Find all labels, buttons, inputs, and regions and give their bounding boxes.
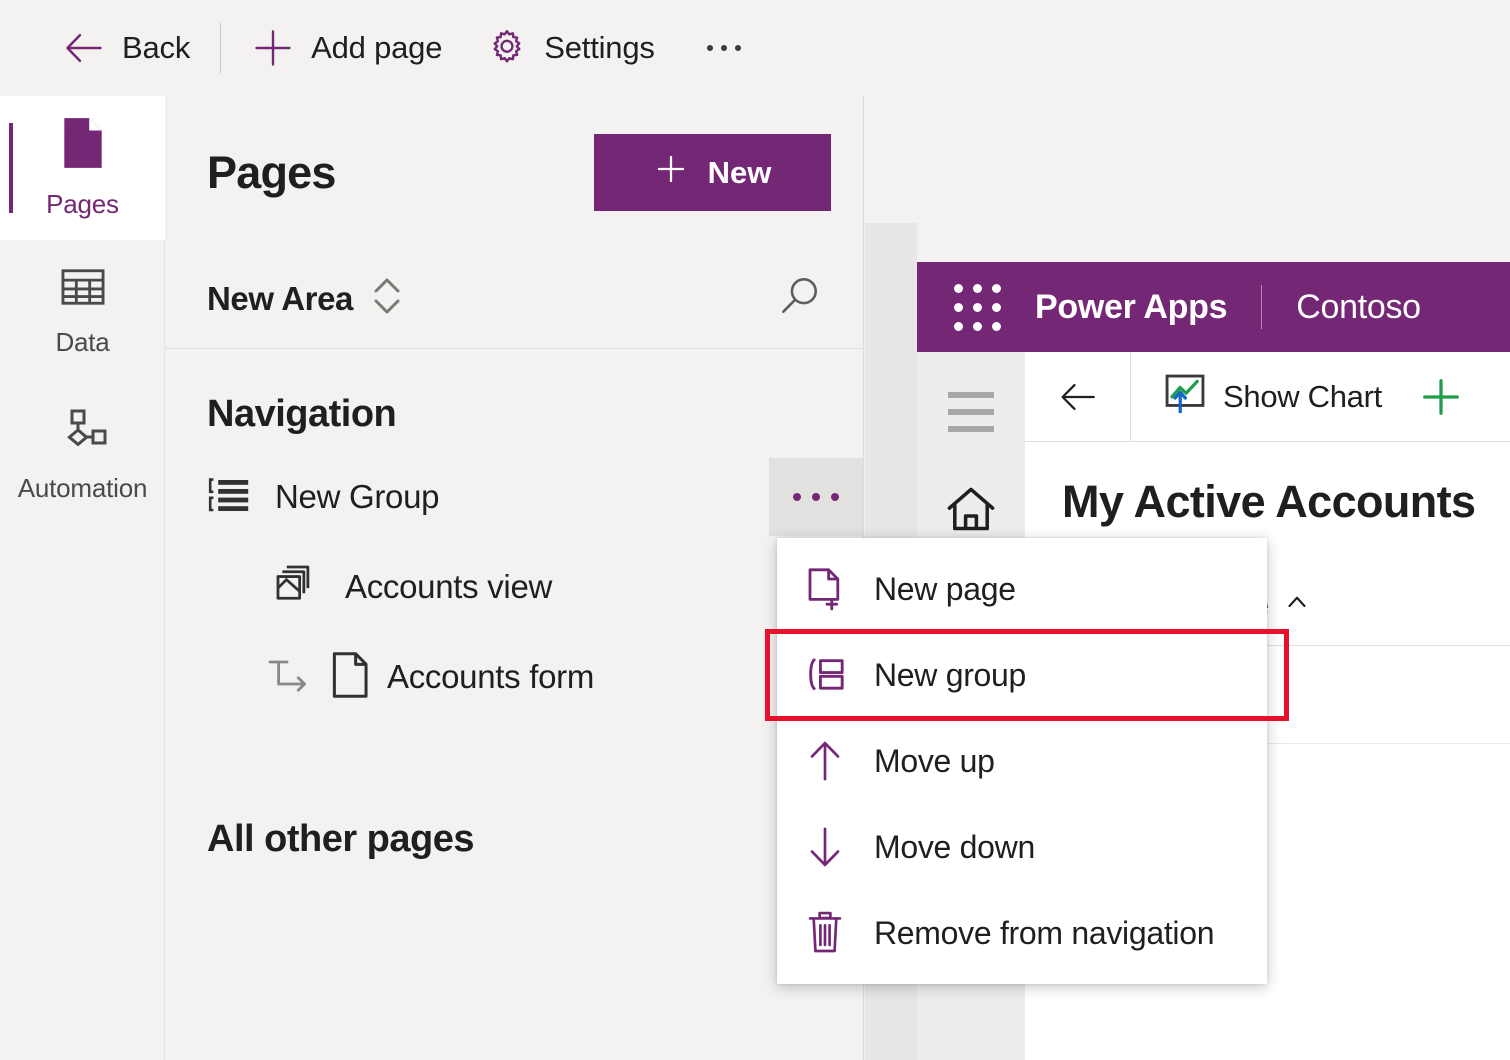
menu-label-new-group: New group [874,656,1027,693]
menu-item-move-up[interactable]: Move up [777,718,1267,804]
context-menu: New page New group Move up Move down Rem… [765,538,1289,984]
hamburger-line [948,426,994,432]
chevron-up-down-icon [371,274,403,323]
arrow-down-icon [804,824,846,870]
ellipsis-dot-2 [720,45,727,51]
sidebar-item-automation[interactable]: Automation [0,384,165,528]
show-chart-button[interactable]: Show Chart [1131,373,1382,420]
waffle-dot [992,283,1001,293]
left-nav-rail: Pages Data Automation [0,96,165,1060]
tree-item-new-group[interactable]: New Group [165,458,863,536]
waffle-dot [973,283,982,293]
pages-panel-header: Pages New [165,96,863,249]
menu-item-move-down[interactable]: Move down [777,804,1267,890]
chart-icon [1164,373,1206,420]
power-apps-header: Power Apps Contoso [917,262,1510,352]
sidebar-label-automation: Automation [17,473,148,503]
menu-item-new-page[interactable]: New page [777,546,1267,632]
new-button[interactable]: New [594,134,831,211]
sidebar-label-pages: Pages [46,189,119,219]
page-icon [60,116,106,175]
hamburger-line [948,392,994,398]
menu-item-remove-from-navigation[interactable]: Remove from navigation [777,890,1267,976]
area-name-label: New Area [207,279,353,317]
trash-icon [804,910,846,956]
group-list-icon [207,475,251,520]
all-other-pages-heading: All other pages [207,818,475,860]
app-root: Back Add page Settings Pages Data Automa… [0,0,1510,1060]
waffle-dot [992,321,1001,331]
tree-label-new-group: New Group [275,478,440,515]
hamburger-line [948,409,994,415]
sidebar-item-pages[interactable]: Pages [0,96,165,240]
new-button-label: New [707,154,772,190]
waffle-dot [954,283,963,293]
ellipsis-dot-1 [706,45,713,51]
menu-label-move-down: Move down [874,828,1035,865]
tree-item-more-button[interactable] [769,458,863,536]
more-commands-button[interactable] [697,35,751,61]
tree-item-accounts-form[interactable]: Accounts form [165,646,863,708]
pages-panel: Pages New New Area Navigation New Group … [165,96,864,1060]
menu-label-move-up: Move up [874,742,995,779]
ellipsis-dot-3 [734,45,741,51]
new-page-icon [804,567,846,611]
tree-item-accounts-view[interactable]: Accounts view [165,556,863,618]
power-apps-command-bar: Show Chart [1025,351,1510,442]
menu-item-new-group[interactable]: New group [765,629,1289,721]
new-record-plus-icon[interactable] [1418,374,1464,420]
waffle-icon[interactable] [954,283,1001,331]
view-pages-icon [273,562,319,613]
home-icon[interactable] [944,484,998,541]
arrow-up-icon [804,738,846,784]
back-button[interactable]: Back [62,20,190,76]
waffle-dot [992,302,1001,312]
hamburger-icon[interactable] [948,392,994,432]
waffle-dot [954,321,963,331]
tree-label-accounts-form: Accounts form [387,658,595,695]
show-chart-label: Show Chart [1223,378,1382,414]
sidebar-item-data[interactable]: Data [0,240,165,384]
area-selector[interactable]: New Area [207,274,403,323]
page-title: Pages [207,146,336,198]
indent-branch-icon [265,653,313,702]
more-dot-1 [793,493,801,501]
back-label: Back [122,30,191,65]
table-icon [60,266,106,313]
power-apps-brand[interactable]: Power Apps [1035,288,1228,327]
menu-label-new-page: New page [874,570,1016,607]
add-page-label: Add page [311,30,443,65]
arrow-left-icon [62,26,106,70]
document-icon [329,650,371,705]
sort-ascending-icon [1285,589,1309,623]
top-command-bar: Back Add page Settings [0,0,1510,96]
sidebar-label-data: Data [55,327,110,357]
gear-icon [486,27,528,69]
environment-name: Contoso [1296,287,1421,326]
menu-label-remove-from-navigation: Remove from navigation [874,914,1215,951]
settings-label: Settings [544,30,655,65]
plus-icon [654,152,688,194]
tree-label-accounts-view: Accounts view [345,568,553,605]
back-arrow-button[interactable] [1025,351,1131,442]
waffle-dot [954,302,963,312]
search-icon[interactable] [777,273,823,324]
waffle-dot [973,302,982,312]
flow-icon [57,408,109,459]
plus-icon [251,26,295,70]
settings-button[interactable]: Settings [486,20,655,76]
header-divider [1261,285,1263,329]
waffle-dot [973,321,982,331]
navigation-tree: New Group Accounts view Accounts form [165,458,863,708]
area-selector-row: New Area [165,249,863,349]
more-dot-3 [831,493,839,501]
add-page-button[interactable]: Add page [251,20,442,76]
command-bar-divider [220,23,222,73]
more-dot-2 [812,493,820,501]
new-group-icon [804,654,846,696]
navigation-heading: Navigation [207,393,397,435]
view-title[interactable]: My Active Accounts [1025,442,1510,528]
